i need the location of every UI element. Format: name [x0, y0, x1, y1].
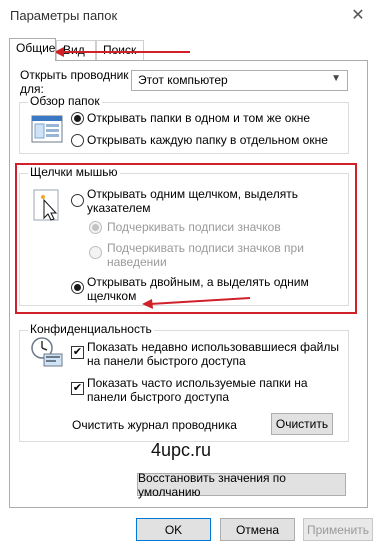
browse-folders-legend: Обзор папок — [28, 94, 102, 108]
watermark-text: 4upc.ru — [151, 440, 212, 460]
button-label: OK — [164, 522, 183, 537]
frequent-folders-label: Показать часто используемые папки на пан… — [87, 376, 308, 404]
apply-button[interactable]: Применить — [303, 518, 373, 541]
separate-window-label: Открывать каждую папку в отдельном окне — [87, 133, 328, 147]
same-window-label: Открывать папки в одном и том же окне — [87, 111, 310, 125]
browse-folders-icon — [31, 115, 63, 143]
button-label: Очистить — [275, 417, 329, 431]
open-explorer-select[interactable]: Этот компьютер ▼ — [131, 70, 348, 91]
restore-defaults-button[interactable]: Восстановить значения по умолчанию — [137, 470, 346, 499]
chevron-down-icon: ▼ — [331, 73, 341, 84]
close-button[interactable]: ✕ — [346, 4, 370, 26]
radio-same-window[interactable] — [71, 112, 84, 125]
annotation-arrow-double-click — [142, 297, 251, 309]
button-label: Применить — [306, 522, 369, 537]
radio-separate-window[interactable] — [71, 134, 84, 147]
clear-history-button[interactable]: Очистить — [271, 413, 333, 435]
recent-files-label: Показать недавно использовавшиеся файлы … — [87, 340, 339, 368]
close-icon: ✕ — [351, 7, 365, 24]
privacy-icon — [31, 337, 63, 367]
checkbox-recent-files[interactable]: ✔ — [71, 346, 84, 359]
open-explorer-label: Открыть проводник для: — [20, 68, 129, 96]
ok-button[interactable]: OK — [136, 518, 211, 541]
radio-dot — [74, 115, 81, 122]
tab-general[interactable]: Общие — [9, 38, 56, 61]
button-label: Отмена — [235, 522, 280, 537]
check-icon: ✔ — [72, 382, 83, 394]
cancel-button[interactable]: Отмена — [220, 518, 295, 541]
clear-history-label: Очистить журнал проводника — [72, 418, 237, 432]
check-icon: ✔ — [72, 346, 83, 358]
tab-label: Общие — [16, 41, 56, 55]
button-label: Восстановить значения по умолчанию — [138, 470, 286, 499]
checkbox-frequent-folders[interactable]: ✔ — [71, 382, 84, 395]
privacy-legend: Конфиденциальность — [28, 322, 154, 336]
window-title: Параметры папок — [10, 8, 118, 23]
open-explorer-value: Этот компьютер — [138, 73, 228, 87]
annotation-arrow-tabs — [54, 47, 190, 57]
